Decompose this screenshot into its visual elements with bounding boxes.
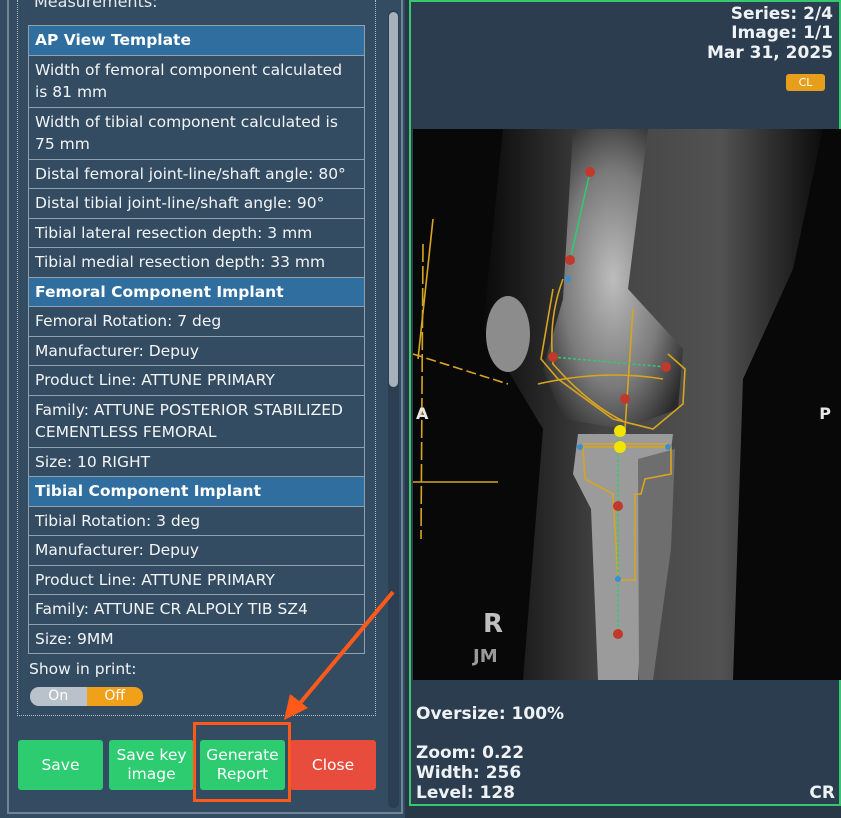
table-row: Tibial medial resection depth: 33 mm [29,248,364,278]
level-readout: Level: 128 [416,783,516,803]
table-row: Manufacturer: Depuy [29,337,364,366]
table-row: Size: 10 RIGHT [29,448,364,477]
toggle-off-option[interactable]: Off [86,687,143,706]
section-title: Measurements: [34,0,158,11]
table-row: Size: 9MM [29,625,364,654]
series-indicator: Series: 2/4 [730,4,833,24]
table-row: Width of tibial component calculated is … [29,108,364,160]
close-button[interactable]: Close [290,740,376,790]
table-section-header: Tibial Component Implant [29,477,364,507]
orientation-right: P [819,404,831,423]
table-section-header: Femoral Component Implant [29,277,364,307]
study-date: Mar 31, 2025 [706,43,833,63]
table-section-header: AP View Template [29,26,364,56]
table-row: Product Line: ATTUNE PRIMARY [29,366,364,396]
width-readout: Width: 256 [416,763,522,783]
table-row: Distal femoral joint-line/shaft angle: 8… [29,160,364,189]
save-key-image-button[interactable]: Save key image [109,740,194,790]
xray-marker-initials: JM [473,646,498,667]
image-indicator: Image: 1/1 [731,23,833,43]
table-row: Product Line: ATTUNE PRIMARY [29,566,364,595]
save-key-image-label: Save key image [116,746,187,783]
save-button-label: Save [41,755,80,774]
panel-scrollbar[interactable] [388,10,399,808]
oversize-readout: Oversize: 100% [416,704,565,724]
toggle-on-option[interactable]: On [30,687,87,706]
show-in-print-toggle[interactable]: On Off [30,687,143,706]
measurements-table: AP View Template Width of femoral compone… [28,25,365,654]
table-row: Tibial lateral resection depth: 3 mm [29,219,364,248]
table-row: Family: ATTUNE POSTERIOR STABILIZED CEME… [29,396,364,448]
show-in-print-label: Show in print: [29,660,137,678]
scrollbar-thumb[interactable] [389,12,398,387]
table-row: Distal tibial joint-line/shaft angle: 90… [29,189,364,219]
xray-marker-r: R [483,609,504,639]
table-row: Family: ATTUNE CR ALPOLY TIB SZ4 [29,595,364,625]
annotation-highlight-box [193,722,291,802]
xray-image[interactable]: R JM [413,129,841,680]
table-row: Manufacturer: Depuy [29,536,364,566]
image-viewer[interactable]: Series: 2/4 Image: 1/1 Mar 31, 2025 CL R… [409,0,841,806]
cl-badge[interactable]: CL [786,74,825,91]
table-row: Width of femoral component calculated is… [29,56,364,108]
table-row: Tibial Rotation: 3 deg [29,507,364,536]
orientation-left: A [416,404,429,423]
close-button-label: Close [311,755,355,774]
modality-readout: CR [809,783,835,803]
table-row: Femoral Rotation: 7 deg [29,307,364,337]
save-button[interactable]: Save [18,740,103,790]
measurements-panel: Measurements: AP View Template Width of f… [0,0,405,818]
xray-drawing [413,129,841,680]
zoom-readout: Zoom: 0.22 [416,743,525,763]
